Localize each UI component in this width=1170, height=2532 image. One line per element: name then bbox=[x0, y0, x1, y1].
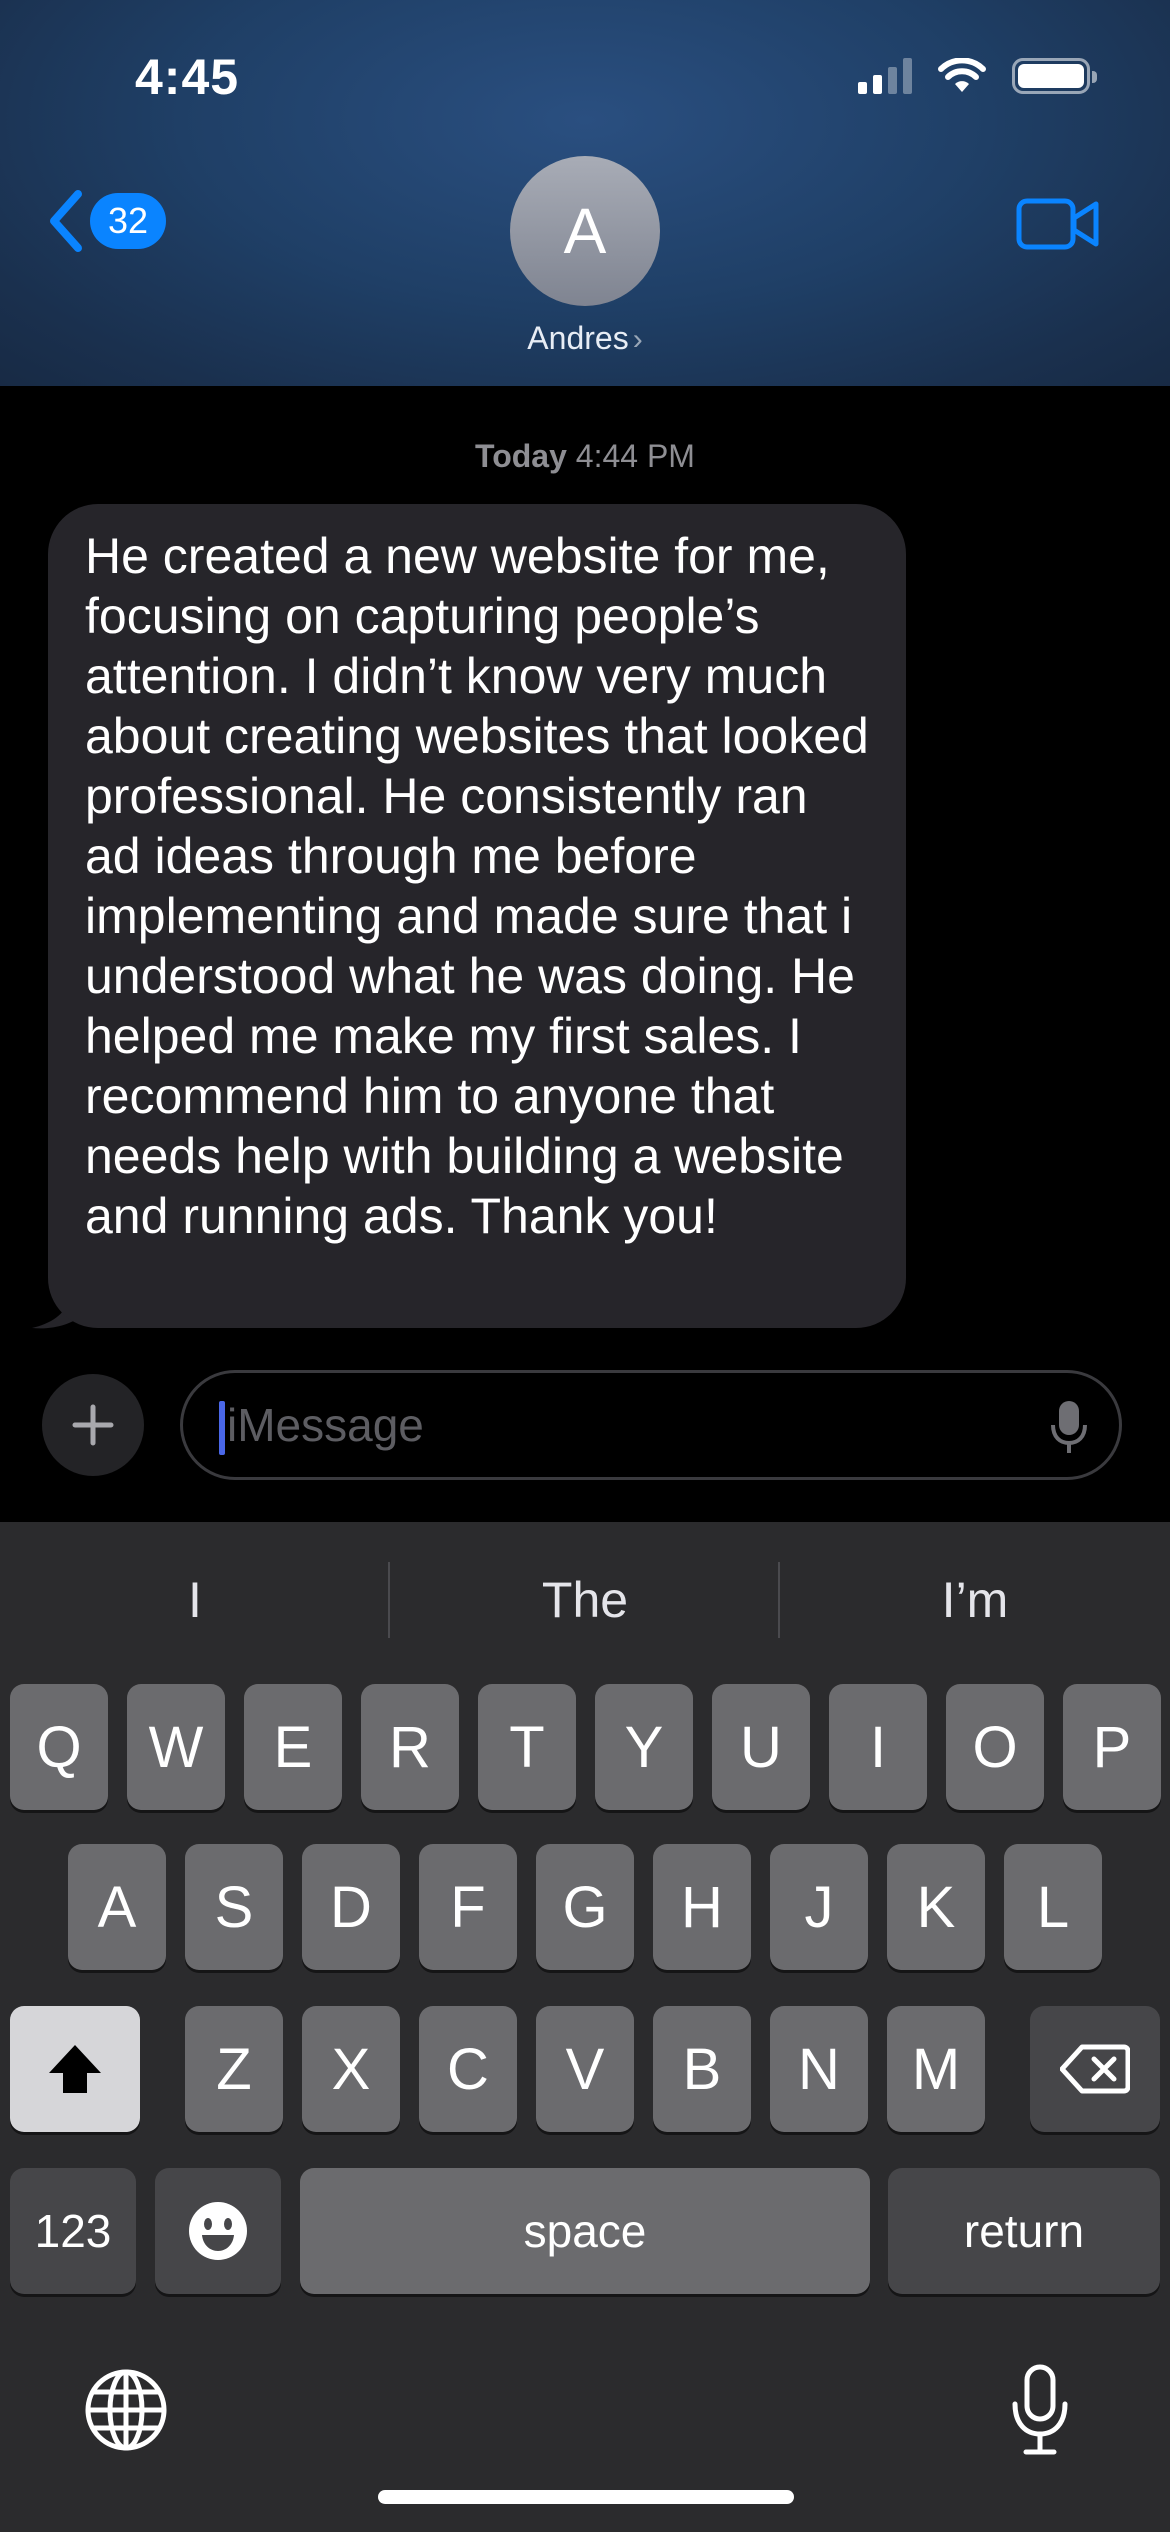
battery-icon bbox=[1012, 58, 1097, 94]
key-w[interactable]: W bbox=[127, 1684, 225, 1810]
emoji-key[interactable] bbox=[155, 2168, 281, 2294]
key-e[interactable]: E bbox=[244, 1684, 342, 1810]
key-g[interactable]: G bbox=[536, 1844, 634, 1970]
key-t[interactable]: T bbox=[478, 1684, 576, 1810]
key-h[interactable]: H bbox=[653, 1844, 751, 1970]
chevron-right-icon: › bbox=[632, 323, 643, 356]
contact-avatar[interactable]: A bbox=[510, 156, 660, 306]
key-p[interactable]: P bbox=[1063, 1684, 1161, 1810]
chevron-left-icon bbox=[50, 190, 82, 252]
message-input-container[interactable] bbox=[180, 1370, 1122, 1480]
suggestion-3[interactable]: I’m bbox=[780, 1522, 1170, 1678]
cellular-signal-icon bbox=[858, 58, 912, 94]
key-k[interactable]: K bbox=[887, 1844, 985, 1970]
key-a[interactable]: A bbox=[68, 1844, 166, 1970]
key-r[interactable]: R bbox=[361, 1684, 459, 1810]
key-z[interactable]: Z bbox=[185, 2006, 283, 2132]
suggestion-2[interactable]: The bbox=[390, 1522, 780, 1678]
delete-key[interactable] bbox=[1030, 2006, 1160, 2132]
predictive-text-bar: I The I’m bbox=[0, 1522, 1170, 1678]
status-icons bbox=[858, 56, 1097, 96]
key-n[interactable]: N bbox=[770, 2006, 868, 2132]
key-s[interactable]: S bbox=[185, 1844, 283, 1970]
delete-backspace-icon bbox=[1060, 2044, 1130, 2094]
incoming-message-bubble[interactable]: He created a new website for me, focusin… bbox=[48, 504, 906, 1328]
key-l[interactable]: L bbox=[1004, 1844, 1102, 1970]
suggestion-1[interactable]: I bbox=[0, 1522, 390, 1678]
microphone-icon[interactable] bbox=[1010, 2364, 1070, 2456]
key-y[interactable]: Y bbox=[595, 1684, 693, 1810]
contact-name-button[interactable]: Andres › bbox=[0, 320, 1170, 357]
apps-plus-button[interactable] bbox=[42, 1374, 144, 1476]
key-c[interactable]: C bbox=[419, 2006, 517, 2132]
shift-icon bbox=[49, 2045, 101, 2093]
back-button[interactable]: 32 bbox=[46, 188, 166, 254]
numbers-key[interactable]: 123 bbox=[10, 2168, 136, 2294]
key-u[interactable]: U bbox=[712, 1684, 810, 1810]
key-f[interactable]: F bbox=[419, 1844, 517, 1970]
message-timestamp: Today 4:44 PM bbox=[0, 438, 1170, 475]
globe-icon[interactable] bbox=[84, 2368, 168, 2452]
conversation-header: 4:45 32 A Andres › bbox=[0, 0, 1170, 386]
return-key[interactable]: return bbox=[888, 2168, 1160, 2294]
status-time: 4:45 bbox=[135, 49, 240, 105]
timestamp-day: Today bbox=[475, 438, 567, 474]
key-i[interactable]: I bbox=[829, 1684, 927, 1810]
wifi-icon bbox=[938, 58, 986, 92]
shift-key[interactable] bbox=[10, 2006, 140, 2132]
key-j[interactable]: J bbox=[770, 1844, 868, 1970]
message-input[interactable] bbox=[227, 1373, 1027, 1477]
key-x[interactable]: X bbox=[302, 2006, 400, 2132]
timestamp-time: 4:44 PM bbox=[575, 438, 695, 474]
key-v[interactable]: V bbox=[536, 2006, 634, 2132]
plus-icon bbox=[72, 1404, 114, 1446]
emoji-icon bbox=[189, 2202, 247, 2260]
space-key[interactable]: space bbox=[300, 2168, 870, 2294]
key-d[interactable]: D bbox=[302, 1844, 400, 1970]
key-o[interactable]: O bbox=[946, 1684, 1044, 1810]
text-caret bbox=[219, 1401, 225, 1455]
key-q[interactable]: Q bbox=[10, 1684, 108, 1810]
keyboard: I The I’m Q W E R T Y U I O P A S D F G … bbox=[0, 1522, 1170, 2532]
contact-name: Andres bbox=[527, 320, 629, 356]
unread-count-badge: 32 bbox=[90, 193, 166, 249]
messages-screen: 4:45 32 A Andres › Today 4:44 PM He crea… bbox=[0, 0, 1170, 2532]
microphone-icon[interactable] bbox=[1051, 1399, 1087, 1455]
video-camera-icon[interactable] bbox=[1016, 196, 1100, 252]
home-indicator[interactable] bbox=[378, 2490, 794, 2504]
key-m[interactable]: M bbox=[887, 2006, 985, 2132]
key-b[interactable]: B bbox=[653, 2006, 751, 2132]
